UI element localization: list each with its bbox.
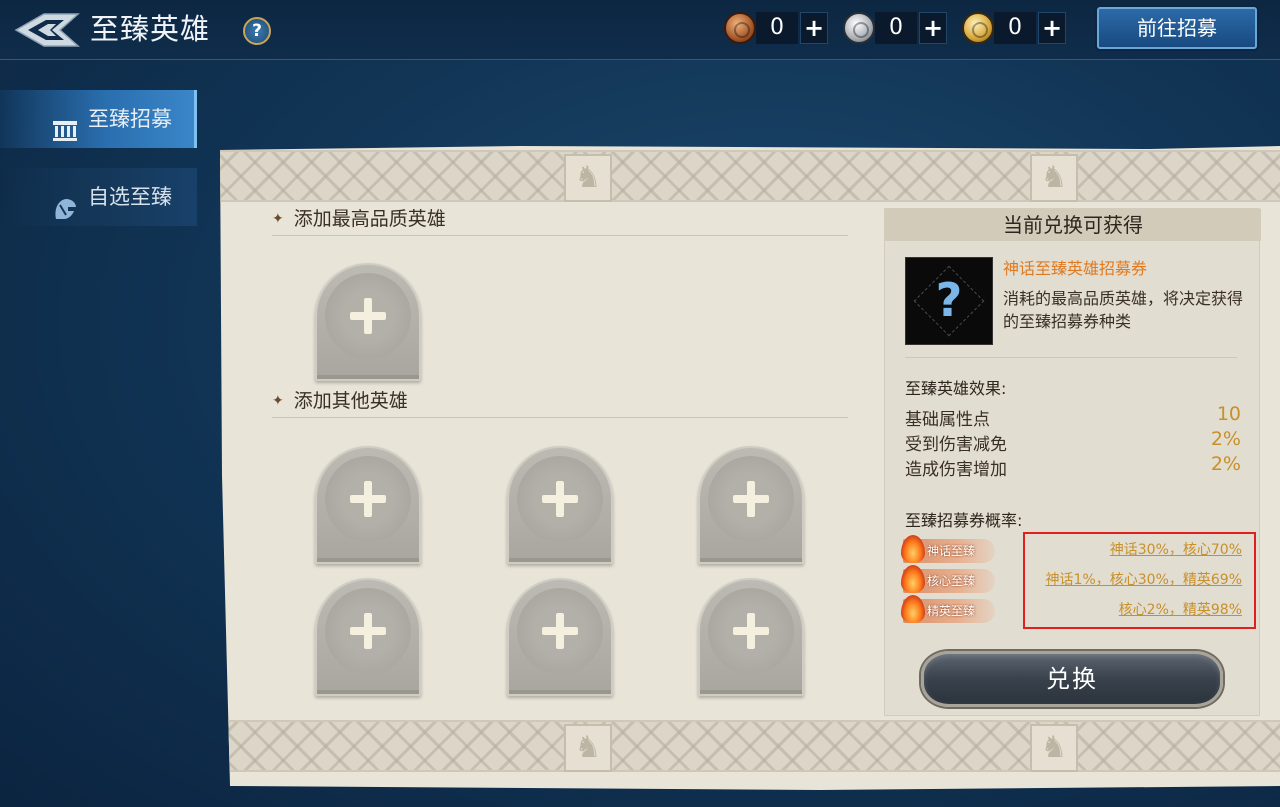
- hero-slot-other[interactable]: [698, 446, 804, 564]
- badge-mythic-supreme: 神话至臻: [901, 535, 995, 563]
- effect-value: 2%: [1210, 453, 1241, 475]
- silver-coin-icon: [843, 12, 875, 44]
- currency-silver-value: 0: [875, 12, 917, 44]
- ticket-name: 神话至臻英雄招募券: [1003, 259, 1148, 278]
- effect-row: 造成伤害增加 2%: [905, 453, 1241, 480]
- flame-icon: [901, 535, 925, 563]
- rate-mythic[interactable]: 神话30%，核心70%: [1110, 539, 1242, 559]
- horse-emblem-icon: [564, 154, 612, 202]
- exchange-button[interactable]: 兑换: [921, 651, 1223, 707]
- badge-elite-supreme: 精英至臻: [901, 595, 995, 623]
- plus-icon: [542, 613, 578, 649]
- horse-emblem-icon: [1030, 154, 1078, 202]
- probability-rates-box: 神话30%，核心70% 神话1%，核心30%，精英69% 核心2%，精英98%: [1023, 532, 1256, 629]
- effect-name: 造成伤害增加: [905, 460, 1007, 480]
- badge-core-supreme: 核心至臻: [901, 565, 995, 593]
- currency-silver: 0 +: [843, 12, 949, 46]
- add-gold-button[interactable]: +: [1038, 12, 1066, 44]
- currency-gold-value: 0: [994, 12, 1036, 44]
- plus-icon: [350, 298, 386, 334]
- effects-title: 至臻英雄效果:: [905, 379, 1007, 398]
- effect-value: 10: [1216, 403, 1241, 425]
- ticket-description: 消耗的最高品质英雄，将决定获得的至臻招募券种类: [1003, 289, 1244, 331]
- star-icon: ✦: [272, 211, 284, 227]
- tab-choose-supreme[interactable]: 自选至臻: [0, 168, 197, 226]
- effect-name: 受到伤害减免: [905, 435, 1007, 455]
- plus-icon: [350, 613, 386, 649]
- helmet-icon: [52, 185, 78, 219]
- decorative-border-top: [220, 150, 1280, 202]
- tab-supreme-recruit-label: 至臻招募: [88, 107, 172, 131]
- badge-label: 神话至臻: [927, 544, 976, 558]
- decorative-border-bottom: [220, 720, 1280, 772]
- rate-elite[interactable]: 核心2%，精英98%: [1119, 599, 1242, 619]
- effect-row: 基础属性点 10: [905, 403, 1241, 430]
- top-bar: 至臻英雄 ? 0 + 0 + 0 + 前往招募: [0, 0, 1280, 60]
- hero-slot-main[interactable]: [315, 263, 421, 381]
- mystery-ticket-icon[interactable]: ?: [905, 257, 993, 345]
- hero-slot-other[interactable]: [315, 578, 421, 696]
- plus-icon: [350, 481, 386, 517]
- divider: [905, 357, 1237, 358]
- rate-core[interactable]: 神话1%，核心30%，精英69%: [1046, 569, 1242, 589]
- hero-slot-other[interactable]: [315, 446, 421, 564]
- section-top-quality-hero: ✦ 添加最高品质英雄: [272, 206, 848, 236]
- hero-slot-other[interactable]: [507, 578, 613, 696]
- hero-slot-other[interactable]: [698, 578, 804, 696]
- back-arrow-icon[interactable]: [14, 10, 80, 50]
- badge-label: 核心至臻: [927, 574, 976, 588]
- gold-coin-icon: [962, 12, 994, 44]
- add-silver-button[interactable]: +: [919, 12, 947, 44]
- badge-label: 精英至臻: [927, 604, 976, 618]
- tab-choose-supreme-label: 自选至臻: [88, 185, 172, 209]
- currency-bronze: 0 +: [724, 12, 830, 46]
- bronze-coin-icon: [724, 12, 756, 44]
- plus-icon: [733, 613, 769, 649]
- plus-icon: [542, 481, 578, 517]
- currency-bronze-value: 0: [756, 12, 798, 44]
- flame-icon: [901, 565, 925, 593]
- probability-title: 至臻招募券概率:: [905, 511, 1023, 530]
- horse-emblem-icon: [564, 724, 612, 772]
- question-mark-icon: ?: [935, 273, 963, 327]
- section-other-heroes-title: 添加其他英雄: [293, 390, 408, 412]
- star-icon: ✦: [272, 393, 284, 409]
- reward-title: 当前兑换可获得: [885, 209, 1261, 241]
- effect-value: 2%: [1210, 428, 1241, 450]
- hero-slot-other[interactable]: [507, 446, 613, 564]
- effect-row: 受到伤害减免 2%: [905, 428, 1241, 455]
- plus-icon: [733, 481, 769, 517]
- help-icon[interactable]: ?: [243, 17, 271, 45]
- temple-icon: [52, 107, 78, 141]
- flame-icon: [901, 595, 925, 623]
- reward-box: 当前兑换可获得 ? 神话至臻英雄招募券 消耗的最高品质英雄，将决定获得的至臻招募…: [884, 208, 1261, 716]
- effect-name: 基础属性点: [905, 410, 990, 430]
- section-top-quality-title: 添加最高品质英雄: [293, 208, 446, 230]
- page-title: 至臻英雄: [90, 12, 211, 46]
- exchange-panel: ✦添加最高品质英雄 ✦添加其他英雄 当前兑换可获得 ? 神话至臻英雄招: [220, 146, 1280, 790]
- section-other-heroes: ✦ 添加其他英雄: [272, 388, 848, 418]
- horse-emblem-icon: [1030, 724, 1078, 772]
- tab-supreme-recruit[interactable]: 至臻招募: [0, 90, 197, 148]
- currency-gold: 0 +: [962, 12, 1068, 46]
- go-recruit-button[interactable]: 前往招募: [1097, 7, 1257, 49]
- add-bronze-button[interactable]: +: [800, 12, 828, 44]
